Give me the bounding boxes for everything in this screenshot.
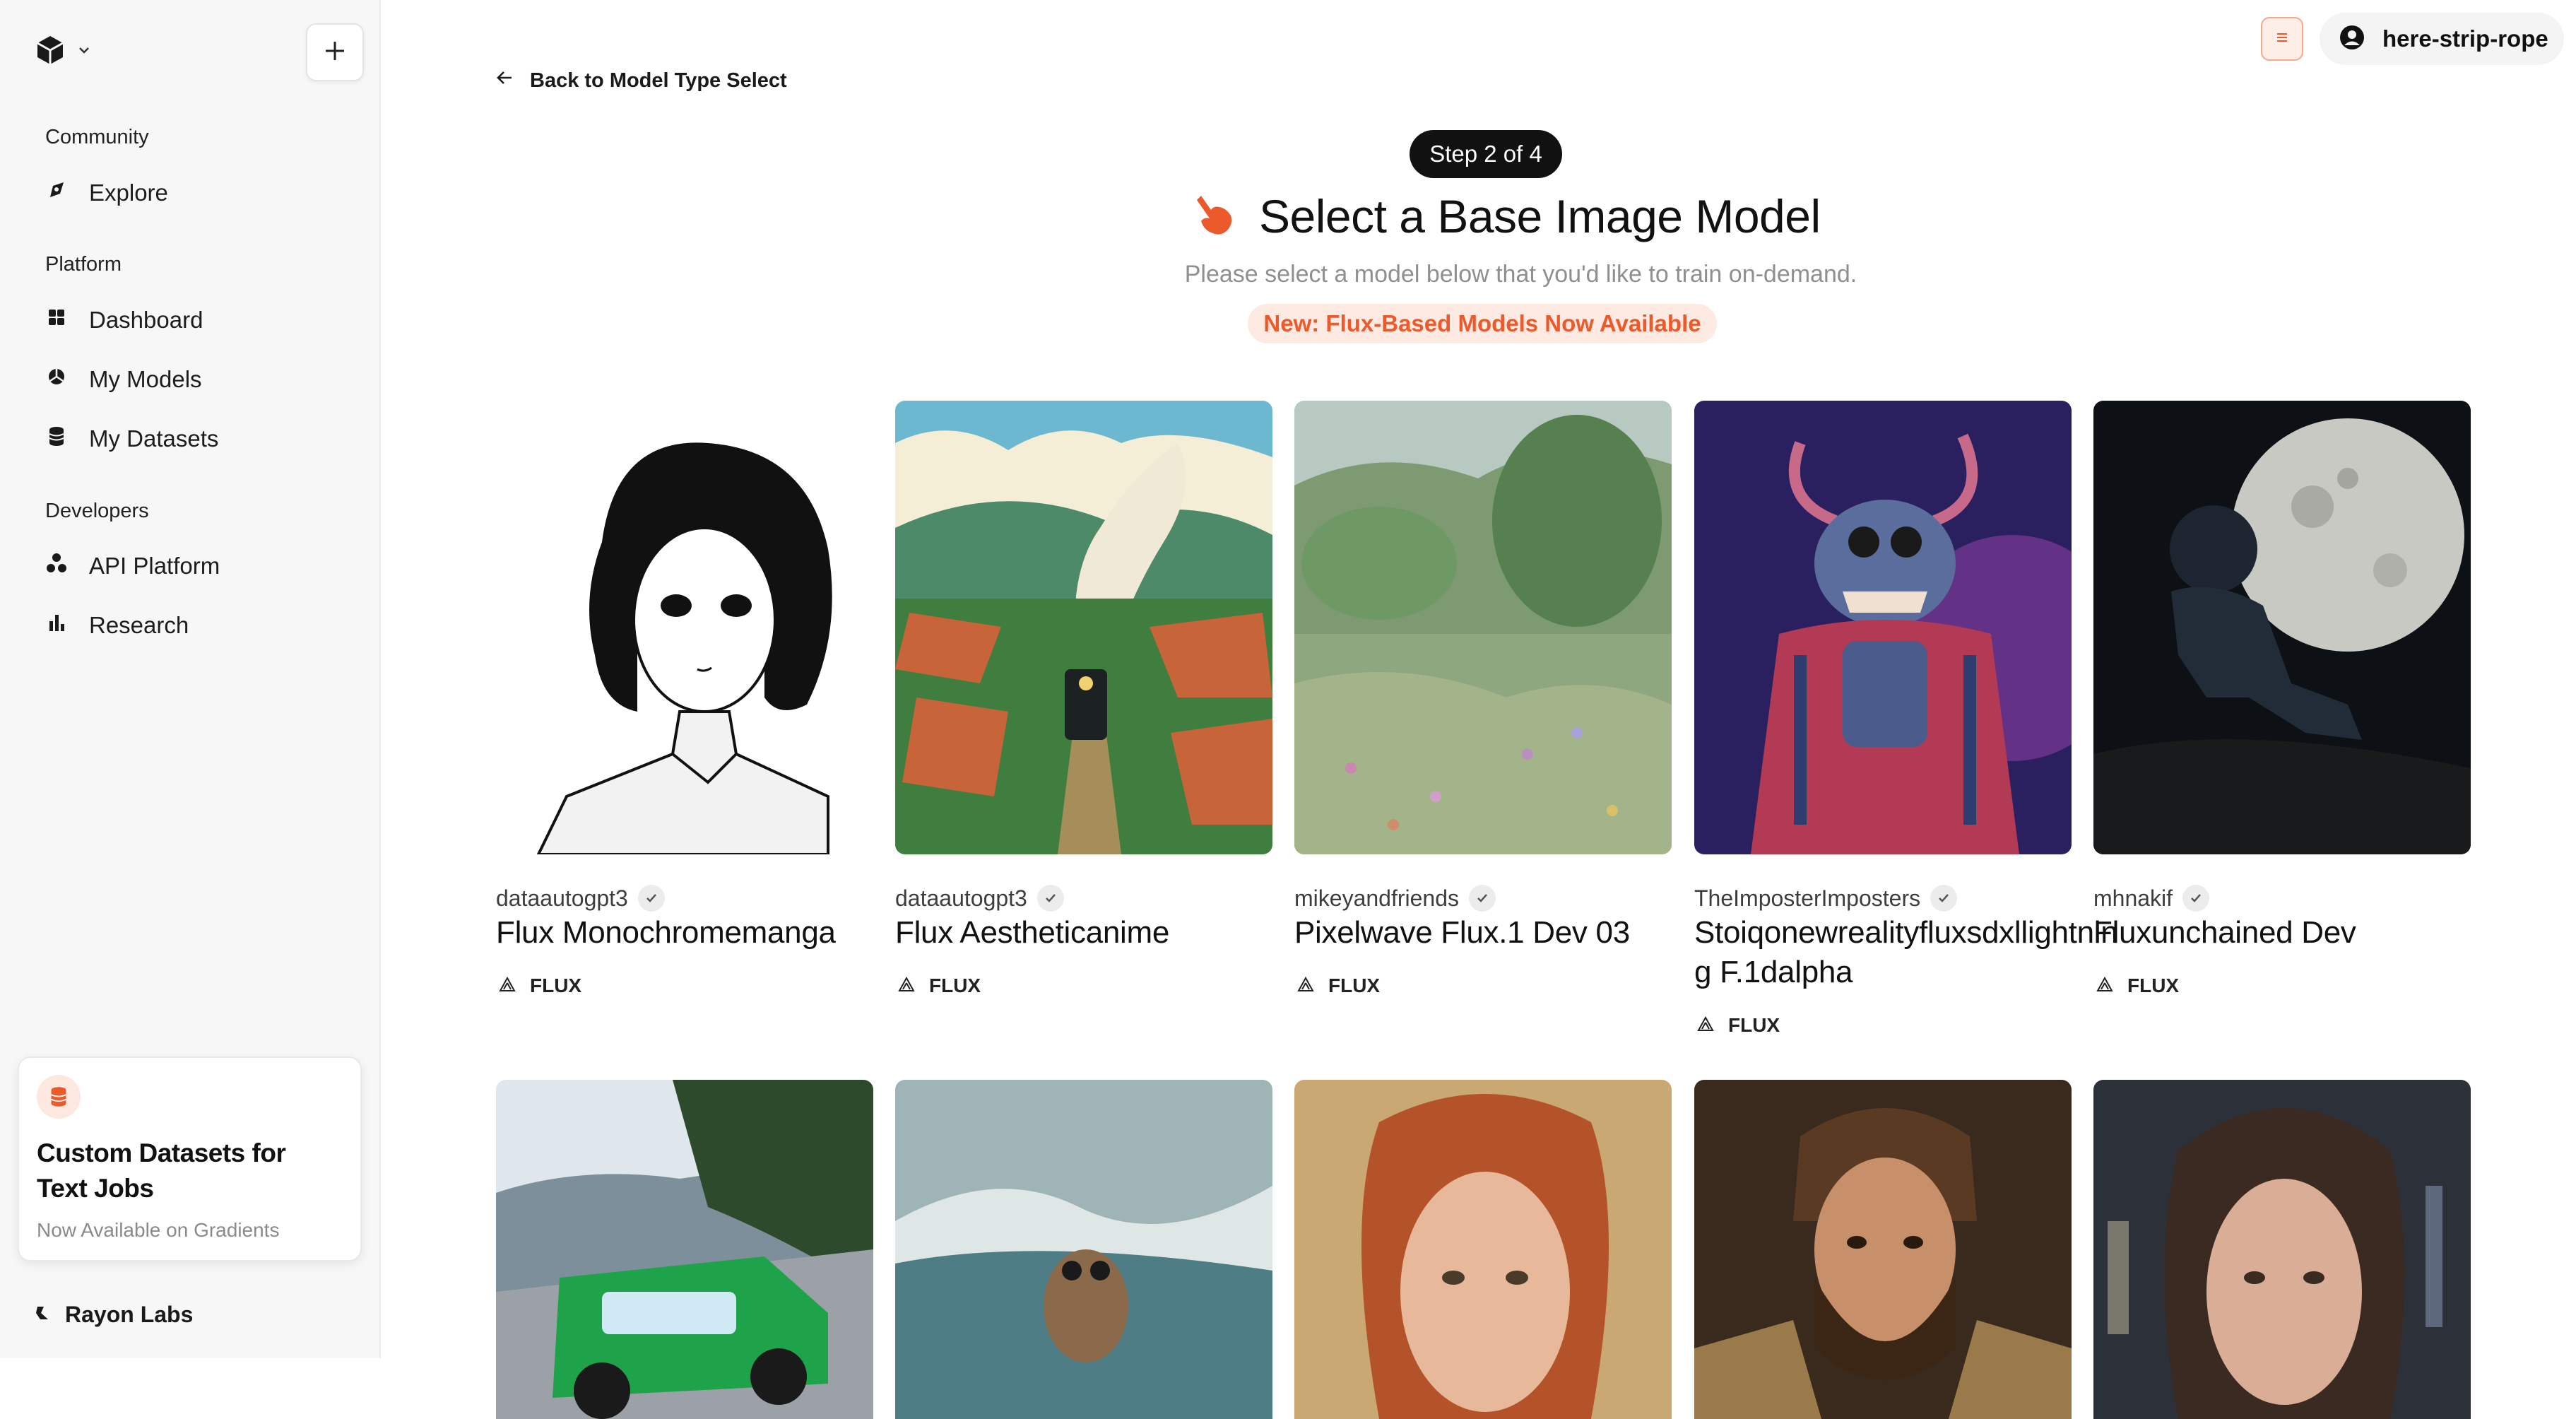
back-link-label: Back to Model Type Select (530, 69, 787, 92)
model-name: Fluxunchained Dev (2093, 915, 2356, 950)
model-author: mhnakif (2093, 885, 2210, 912)
model-preview-image (1294, 1080, 1672, 1419)
database-icon (37, 1075, 81, 1119)
page-subtitle: Please select a model below that you'd l… (0, 261, 2576, 288)
verified-check-icon (1036, 885, 1064, 912)
model-tag-label: FLUX (530, 975, 582, 996)
model-tag-label: FLUX (1728, 1014, 1780, 1036)
footer-brand-label: Rayon Labs (65, 1302, 194, 1327)
model-author-name: TheImposterImposters (1694, 885, 1921, 911)
nav-section-community: Community (45, 126, 149, 148)
model-author: dataautogpt3 (895, 885, 1064, 912)
sidebar-item-label: Explore (89, 179, 168, 206)
model-preview-image (1694, 1080, 2072, 1419)
model-tag: FLUX (1297, 975, 1380, 997)
new-button[interactable] (306, 23, 364, 81)
api-icon (42, 549, 71, 583)
models-icon (42, 363, 71, 396)
arrow-left-icon (495, 68, 514, 93)
footer-brand[interactable]: Rayon Labs (34, 1302, 193, 1328)
back-link[interactable]: Back to Model Type Select (495, 68, 787, 93)
model-name: Pixelwave Flux.1 Dev 03 (1294, 915, 1630, 950)
grid-icon (42, 303, 71, 337)
model-author-name: mikeyandfriends (1294, 885, 1459, 911)
list-icon (2273, 28, 2291, 50)
user-avatar-icon (2339, 24, 2365, 54)
workspace-menu[interactable] (34, 34, 92, 70)
database-icon (42, 422, 71, 456)
model-name: Flux Aestheticanime (895, 915, 1170, 950)
sidebar-item-label: My Models (89, 366, 202, 392)
model-name: Stoiqonewrealityfluxsdxllightning F.1dal… (1694, 915, 2118, 989)
username: here-strip-rope (2382, 25, 2548, 52)
bar-chart-icon (42, 608, 71, 642)
model-tag-label: FLUX (2127, 975, 2180, 996)
sidebar-item-api-platform[interactable]: API Platform (42, 549, 220, 583)
promo-title: Custom Datasets for Text Jobs (37, 1138, 286, 1203)
flux-logo-icon (2096, 975, 2113, 997)
model-author: mikeyandfriends (1294, 885, 1496, 912)
list-menu-button[interactable] (2261, 17, 2303, 61)
model-preview-image (2093, 401, 2471, 854)
model-tag: FLUX (898, 975, 981, 997)
model-author-name: dataautogpt3 (895, 885, 1027, 911)
model-tag: FLUX (1697, 1014, 1780, 1037)
model-preview-image (895, 1080, 1272, 1419)
model-author-name: dataautogpt3 (496, 885, 628, 911)
model-name: Flux Monochromemanga (496, 915, 836, 950)
verified-check-icon (1930, 885, 1958, 912)
model-author: dataautogpt3 (496, 885, 665, 912)
flux-logo-icon (1297, 975, 1314, 997)
model-tag: FLUX (499, 975, 581, 997)
model-preview-image (1294, 401, 1672, 854)
sidebar-item-research[interactable]: Research (42, 608, 189, 642)
verified-check-icon (2182, 885, 2210, 912)
sidebar-item-dashboard[interactable]: Dashboard (42, 303, 203, 337)
model-tag-label: FLUX (1328, 975, 1381, 996)
step-indicator: Step 2 of 4 (1410, 130, 1562, 178)
hand-tap-icon (1190, 190, 1239, 243)
page-heading: Select a Base Image Model (1190, 189, 1821, 243)
new-feature-badge: New: Flux-Based Models Now Available (1248, 304, 1717, 343)
page-title: Select a Base Image Model (1259, 190, 1821, 242)
sidebar: Community Explore Platform Dashboard My … (0, 0, 381, 1358)
rayon-logo-icon (34, 1302, 52, 1328)
model-preview-image (895, 401, 1272, 854)
promo-card[interactable]: Custom Datasets for Text Jobs Now Availa… (18, 1056, 362, 1261)
model-tag: FLUX (2096, 975, 2179, 997)
sidebar-item-explore[interactable]: Explore (42, 176, 168, 210)
sidebar-item-label: My Datasets (89, 425, 219, 452)
flux-logo-icon (499, 975, 516, 997)
model-author: TheImposterImposters (1694, 885, 1958, 912)
user-menu[interactable]: here-strip-rope (2320, 13, 2564, 65)
model-tag-label: FLUX (929, 975, 981, 996)
model-preview-image (2093, 1080, 2471, 1419)
page-subtitle-text: Please select a model below that you'd l… (1184, 261, 1857, 288)
nav-section-developers: Developers (45, 500, 149, 522)
model-preview-image (496, 401, 873, 854)
sidebar-item-my-datasets[interactable]: My Datasets (42, 422, 218, 456)
compass-icon (42, 176, 71, 210)
chevron-down-icon (76, 42, 92, 61)
verified-check-icon (637, 885, 665, 912)
flux-logo-icon (898, 975, 915, 997)
sidebar-item-label: Dashboard (89, 307, 203, 333)
verified-check-icon (1469, 885, 1496, 912)
model-author-name: mhnakif (2093, 885, 2173, 911)
cube-logo-icon (34, 34, 66, 70)
sidebar-item-label: API Platform (89, 553, 220, 579)
promo-subtitle: Now Available on Gradients (37, 1219, 280, 1241)
flux-logo-icon (1697, 1014, 1714, 1037)
sidebar-item-label: Research (89, 612, 189, 638)
model-preview-image (496, 1080, 873, 1419)
plus-icon (323, 39, 347, 66)
sidebar-item-my-models[interactable]: My Models (42, 363, 202, 396)
model-preview-image (1694, 401, 2072, 854)
